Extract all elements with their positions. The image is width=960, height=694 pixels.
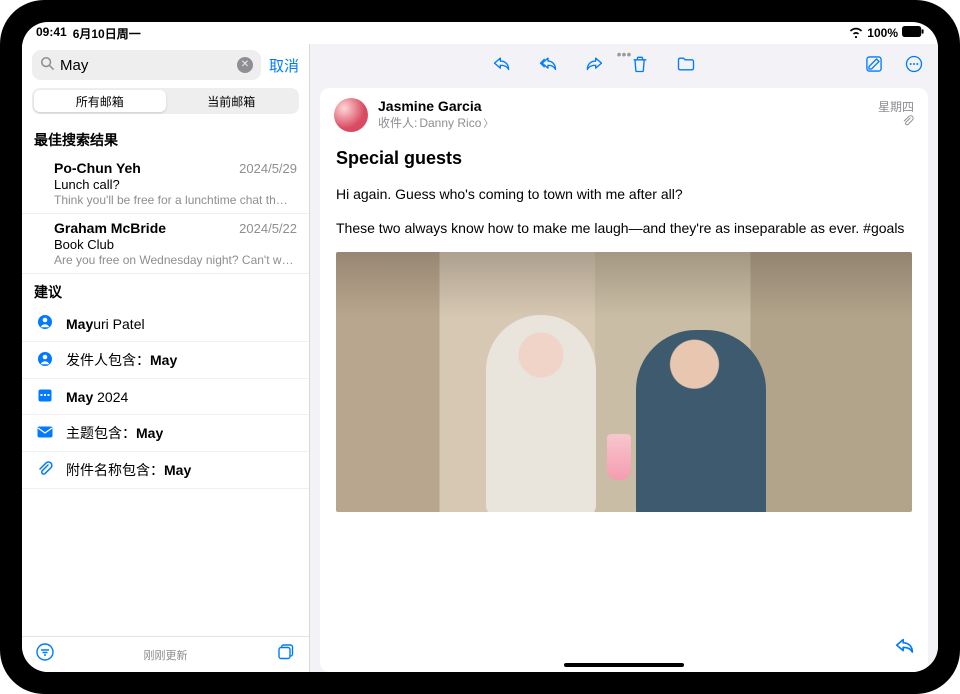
result-subject: Book Club [54,237,297,252]
multitask-dots-icon[interactable]: ••• [617,46,632,62]
sync-status: 刚刚更新 [144,647,188,663]
battery-icon [902,26,924,40]
sidebar: May ✕ 取消 所有邮箱 当前邮箱 最佳搜索结果 Po-Chun Yeh 20… [22,44,310,672]
status-time: 09:41 [36,25,67,42]
paperclip-icon [36,461,54,480]
compose-icon[interactable] [864,54,884,74]
status-date: 6月10日周一 [73,25,141,42]
search-icon [40,56,54,74]
chevron-right-icon: 〉 [483,115,493,130]
battery-pct: 100% [867,26,898,40]
result-preview: Are you free on Wednesday night? Can't w… [54,253,297,267]
person-icon [36,351,54,370]
suggestion-text: 发件人包含：May [66,350,177,370]
suggestion-attachment[interactable]: 附件名称包含：May [22,452,309,489]
attachment-icon [878,115,914,130]
result-date: 2024/5/29 [239,161,297,176]
trash-icon[interactable] [630,54,650,74]
wifi-icon [849,26,863,41]
envelope-icon [36,424,54,443]
move-folder-icon[interactable] [676,54,696,74]
search-input[interactable]: May ✕ [32,50,261,80]
email-header: Jasmine Garcia 收件人: Danny Rico 〉 星期四 [320,88,928,138]
reply-icon[interactable] [492,54,512,74]
result-sender: Po-Chun Yeh [54,160,141,176]
email-day: 星期四 [878,98,914,115]
main-pane: ••• [310,44,938,672]
filter-icon[interactable] [36,643,54,666]
result-sender: Graham McBride [54,220,166,236]
suggestion-sender[interactable]: 发件人包含：May [22,342,309,379]
result-date: 2024/5/22 [239,221,297,236]
result-preview: Think you'll be free for a lunchtime cha… [54,193,297,207]
email-paragraph: These two always know how to make me lau… [336,219,912,239]
email-card: Jasmine Garcia 收件人: Danny Rico 〉 星期四 [320,88,928,672]
sidebar-footer: 刚刚更新 [22,636,309,672]
suggestion-date[interactable]: May 2024 [22,379,309,415]
scope-segmented-control[interactable]: 所有邮箱 当前邮箱 [32,88,299,114]
email-paragraph: Hi again. Guess who's coming to town wit… [336,185,912,205]
home-indicator[interactable] [564,663,684,667]
compose-stack-icon[interactable] [277,643,295,666]
search-result-item[interactable]: Po-Chun Yeh 2024/5/29 Lunch call? Think … [22,154,309,214]
ipad-frame: 09:41 6月10日周一 100% [0,0,960,694]
suggestion-text: May 2024 [66,389,128,405]
scope-current-mailbox[interactable]: 当前邮箱 [166,90,298,112]
suggestion-text: 附件名称包含：May [66,460,191,480]
scope-all-mailboxes[interactable]: 所有邮箱 [34,90,166,112]
result-subject: Lunch call? [54,177,297,192]
avatar[interactable] [334,98,368,132]
email-sender[interactable]: Jasmine Garcia [378,98,868,114]
forward-icon[interactable] [584,54,604,74]
suggestion-text: 主题包含：May [66,423,163,443]
email-subject: Special guests [336,148,912,169]
screen: 09:41 6月10日周一 100% [22,22,938,672]
more-icon[interactable] [904,54,924,74]
cancel-button[interactable]: 取消 [269,55,299,76]
search-query: May [60,57,231,74]
suggestion-subject[interactable]: 主题包含：May [22,415,309,452]
calendar-icon [36,387,54,406]
suggestion-text: Mayuri Patel [66,316,145,332]
status-bar: 09:41 6月10日周一 100% [22,22,938,44]
search-result-item[interactable]: Graham McBride 2024/5/22 Book Club Are y… [22,214,309,274]
recipient-row[interactable]: 收件人: Danny Rico 〉 [378,114,868,131]
clear-search-icon[interactable]: ✕ [237,57,253,73]
email-body[interactable]: Special guests Hi again. Guess who's com… [320,138,928,666]
reply-icon[interactable] [894,635,916,662]
suggestions-header: 建议 [22,274,309,306]
photo-attachment[interactable] [336,252,912,512]
reply-all-icon[interactable] [538,54,558,74]
person-icon [36,314,54,333]
suggestion-person[interactable]: Mayuri Patel [22,306,309,342]
top-hits-header: 最佳搜索结果 [22,122,309,154]
